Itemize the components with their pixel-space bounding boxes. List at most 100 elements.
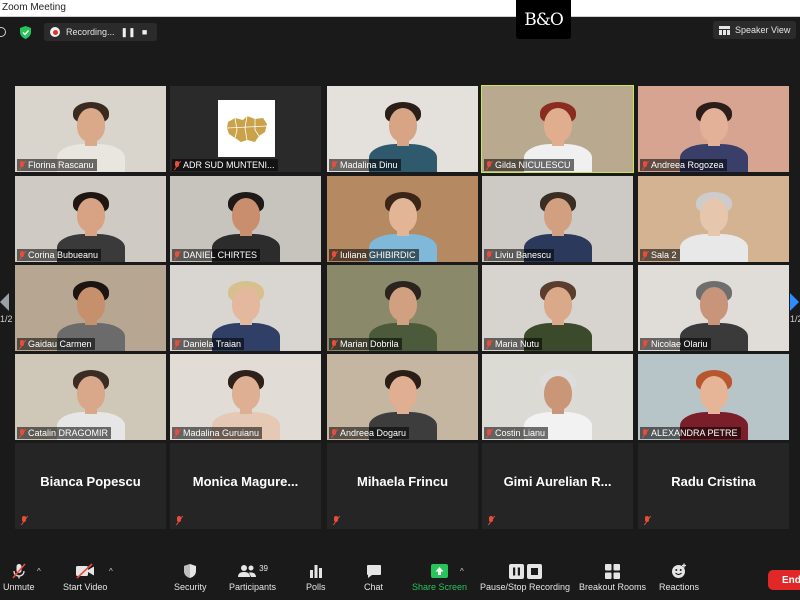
participant-face xyxy=(232,376,260,410)
speaker-view-label: Speaker View xyxy=(735,25,791,35)
participant-tile[interactable]: Mihaela Frincu xyxy=(327,443,478,529)
participants-count: 39 xyxy=(259,563,268,573)
meeting-toolbar: Unmute ^ Start Video ^ Security 39 Parti… xyxy=(0,555,800,600)
participant-tile[interactable]: Florina Rascanu xyxy=(15,86,166,172)
reactions-button[interactable]: Reactions xyxy=(659,563,699,592)
muted-mic-icon xyxy=(174,428,180,438)
participant-tile[interactable]: Madalina Dinu xyxy=(327,86,478,172)
participant-face xyxy=(77,376,105,410)
breakout-rooms-icon xyxy=(605,563,621,579)
muted-mic-icon xyxy=(486,160,492,170)
participant-name-tag: Corina Bubueanu xyxy=(17,249,102,261)
video-options-caret-icon[interactable]: ^ xyxy=(109,567,113,576)
participant-face xyxy=(77,108,105,142)
participants-icon: 39 xyxy=(237,563,268,579)
participant-tile[interactable]: Daniela Traian xyxy=(170,265,321,351)
share-screen-button[interactable]: Share Screen xyxy=(412,563,467,592)
participant-name: Daniela Traian xyxy=(183,339,242,349)
participant-face xyxy=(544,376,572,410)
participant-name: ADR SUD MUNTENI... xyxy=(183,160,275,170)
participants-button[interactable]: 39 Participants xyxy=(229,563,277,593)
participant-tile[interactable]: Iuliana GHIBIRDIC xyxy=(327,176,478,262)
participant-face xyxy=(700,198,728,232)
participant-tile[interactable]: Maria Nutu xyxy=(482,265,633,351)
shield-icon[interactable] xyxy=(18,23,32,41)
participant-name: ALEXANDRA PETRE xyxy=(651,428,738,438)
participant-name-tag: ALEXANDRA PETRE xyxy=(640,427,741,439)
pause-stop-recording-button[interactable]: Pause/Stop Recording xyxy=(480,563,570,592)
participant-name: Iuliana GHIBIRDIC xyxy=(340,250,416,260)
smiley-icon xyxy=(671,563,687,579)
participant-name-tag: Gaidau Carmen xyxy=(17,338,95,350)
participant-name: Radu Cristina xyxy=(671,474,756,489)
bang-olufsen-logo: B&O xyxy=(516,0,571,39)
breakout-rooms-label: Breakout Rooms xyxy=(579,582,647,592)
participant-tile[interactable]: Sala 2 xyxy=(638,176,789,262)
video-off-icon xyxy=(75,563,95,579)
participant-tile[interactable]: Marian Dobrila xyxy=(327,265,478,351)
participant-tile[interactable]: Gilda NICULESCU xyxy=(481,85,634,173)
end-meeting-button[interactable]: End xyxy=(768,570,800,590)
participants-label: Participants xyxy=(229,582,277,592)
participant-name-tag: ADR SUD MUNTENI... xyxy=(172,159,278,171)
unmute-label: Unmute xyxy=(3,582,35,592)
share-options-caret-icon[interactable]: ^ xyxy=(460,567,464,576)
participant-tile[interactable]: Madalina Guruianu xyxy=(170,354,321,440)
participant-tile[interactable]: Gaidau Carmen xyxy=(15,265,166,351)
participant-tile[interactable]: Liviu Banescu xyxy=(482,176,633,262)
security-button[interactable]: Security xyxy=(174,563,207,592)
participant-tile[interactable]: Radu Cristina xyxy=(638,443,789,529)
muted-mic-icon xyxy=(642,339,648,349)
participant-name-tag: Iuliana GHIBIRDIC xyxy=(329,249,419,261)
muted-mic-icon xyxy=(486,250,492,260)
participant-tile[interactable]: Andreea Rogozea xyxy=(638,86,789,172)
participant-tile[interactable]: ALEXANDRA PETRE xyxy=(638,354,789,440)
record-icon xyxy=(50,27,60,37)
participant-face xyxy=(77,198,105,232)
participant-name: Madalina Dinu xyxy=(340,160,398,170)
participant-tile[interactable]: Monica Magure... xyxy=(170,443,321,529)
participant-name: Monica Magure... xyxy=(192,474,299,489)
participant-name: Nicolae Olariu xyxy=(651,339,708,349)
share-screen-label: Share Screen xyxy=(412,582,468,592)
muted-mic-icon xyxy=(174,160,180,170)
recording-indicator: Recording... ❚❚ ■ xyxy=(44,23,157,41)
participant-face xyxy=(232,198,260,232)
previous-page-button[interactable]: 1/2 xyxy=(0,293,13,324)
muted-mic-icon xyxy=(176,516,182,525)
pause-stop-icon xyxy=(508,563,542,579)
chat-button[interactable]: Chat xyxy=(364,563,383,592)
participant-name: Corina Bubueanu xyxy=(28,250,99,260)
breakout-rooms-button[interactable]: Breakout Rooms xyxy=(579,563,646,592)
muted-mic-icon xyxy=(19,339,25,349)
participant-tile[interactable]: Gimi Aurelian R... xyxy=(482,443,633,529)
start-video-button[interactable]: Start Video xyxy=(63,563,107,592)
meeting-info-icon[interactable] xyxy=(0,23,10,41)
speaker-view-button[interactable]: Speaker View xyxy=(713,21,797,39)
pause-recording-button[interactable]: ❚❚ xyxy=(121,27,136,38)
participant-tile[interactable]: Catalin DRAGOMIR xyxy=(15,354,166,440)
participant-tile[interactable]: Corina Bubueanu xyxy=(15,176,166,262)
muted-mic-icon xyxy=(11,563,27,579)
participant-tile[interactable]: Costin Lianu xyxy=(482,354,633,440)
reactions-label: Reactions xyxy=(659,582,700,592)
participant-tile[interactable]: Nicolae Olariu xyxy=(638,265,789,351)
muted-mic-icon xyxy=(644,516,650,525)
pause-stop-recording-label: Pause/Stop Recording xyxy=(480,582,571,592)
participant-tile[interactable]: Andreea Dogaru xyxy=(327,354,478,440)
page-indicator-left: 1/2 xyxy=(0,314,13,324)
muted-mic-icon xyxy=(333,516,339,525)
participant-tile[interactable]: ADR SUD MUNTENI... xyxy=(170,86,321,172)
next-page-button[interactable]: 1/2 xyxy=(790,293,800,324)
audio-options-caret-icon[interactable]: ^ xyxy=(37,567,41,576)
participant-name-tag: Catalin DRAGOMIR xyxy=(17,427,112,439)
security-label: Security xyxy=(174,582,207,592)
polls-button[interactable]: Polls xyxy=(306,563,326,592)
participant-tile[interactable]: DANIEL CHIRTES xyxy=(170,176,321,262)
stop-recording-button[interactable]: ■ xyxy=(139,27,151,37)
participant-tile[interactable]: Bianca Popescu xyxy=(15,443,166,529)
start-video-label: Start Video xyxy=(63,582,108,592)
unmute-button[interactable]: Unmute xyxy=(3,563,35,592)
participant-face xyxy=(700,376,728,410)
page-indicator-right: 1/2 xyxy=(790,314,800,324)
